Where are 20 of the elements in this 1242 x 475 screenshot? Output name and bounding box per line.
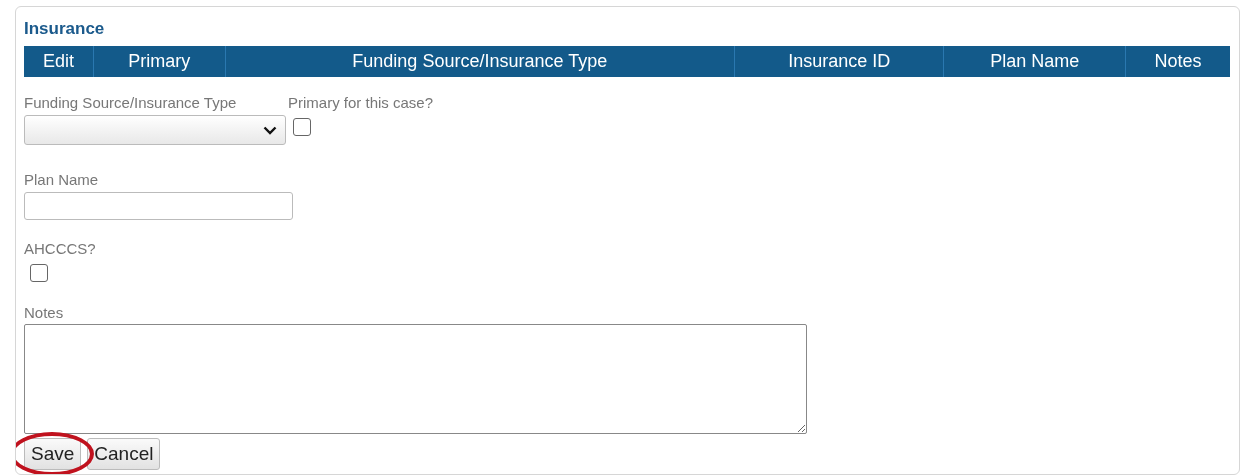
field-label: Primary for this case? — [288, 94, 434, 112]
primary-checkbox[interactable] — [293, 118, 311, 136]
cancel-button[interactable]: Cancel — [87, 438, 161, 470]
field-label: Notes — [24, 304, 65, 322]
column-header: Edit — [24, 46, 94, 77]
column-header: Plan Name — [944, 46, 1127, 77]
plan-name-field[interactable] — [24, 192, 293, 220]
field-label: AHCCCS? — [24, 240, 96, 258]
column-header: Insurance ID — [734, 46, 945, 77]
column-header: Notes — [1153, 50, 1203, 73]
column-header: Funding Source/Insurance Type — [225, 46, 735, 77]
chevron-down-icon — [263, 125, 277, 135]
notes-field[interactable] — [24, 324, 807, 434]
funding-source-select[interactable] — [24, 115, 286, 145]
save-button[interactable]: Save — [24, 438, 82, 470]
section-title: Insurance — [24, 18, 106, 40]
column-header: Primary — [93, 46, 226, 77]
field-label: Plan Name — [24, 171, 100, 189]
field-label: Funding Source/Insurance Type — [24, 94, 238, 112]
ahcccs-checkbox[interactable] — [30, 264, 48, 282]
